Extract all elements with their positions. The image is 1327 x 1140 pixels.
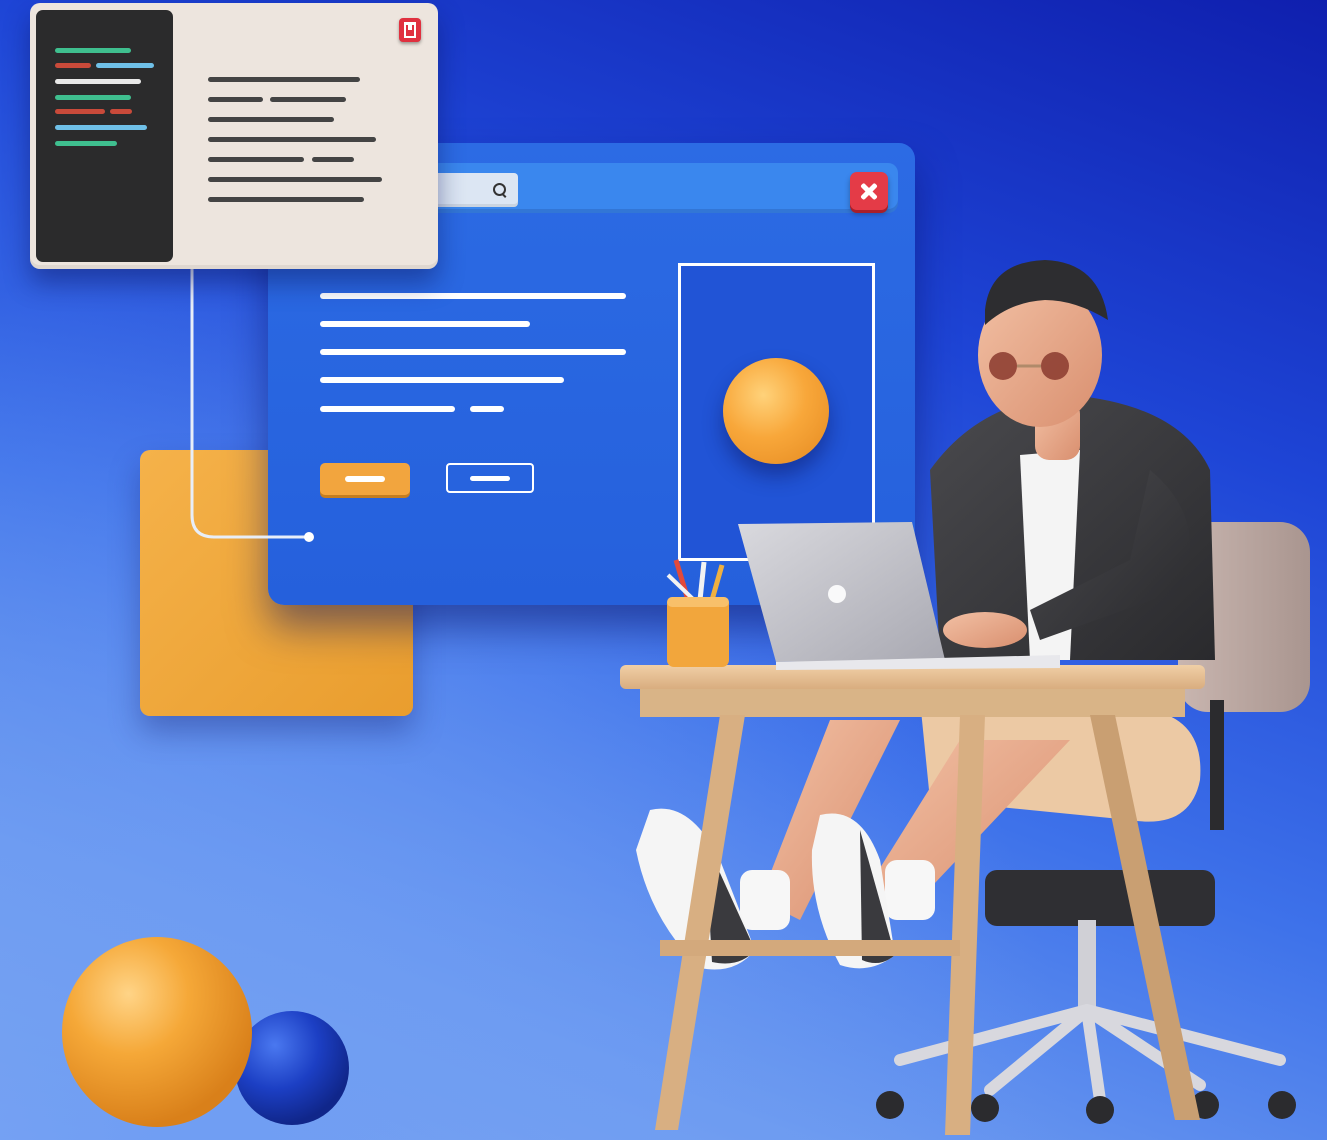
- decorative-spheres: [62, 937, 349, 1127]
- blue-sphere: [235, 1011, 349, 1125]
- pencil-cup: [666, 559, 729, 667]
- orange-sphere: [62, 937, 252, 1127]
- laptop-logo-icon: [828, 585, 846, 603]
- desk-scene: [62, 260, 1310, 1135]
- illustration-canvas: [0, 0, 1327, 1140]
